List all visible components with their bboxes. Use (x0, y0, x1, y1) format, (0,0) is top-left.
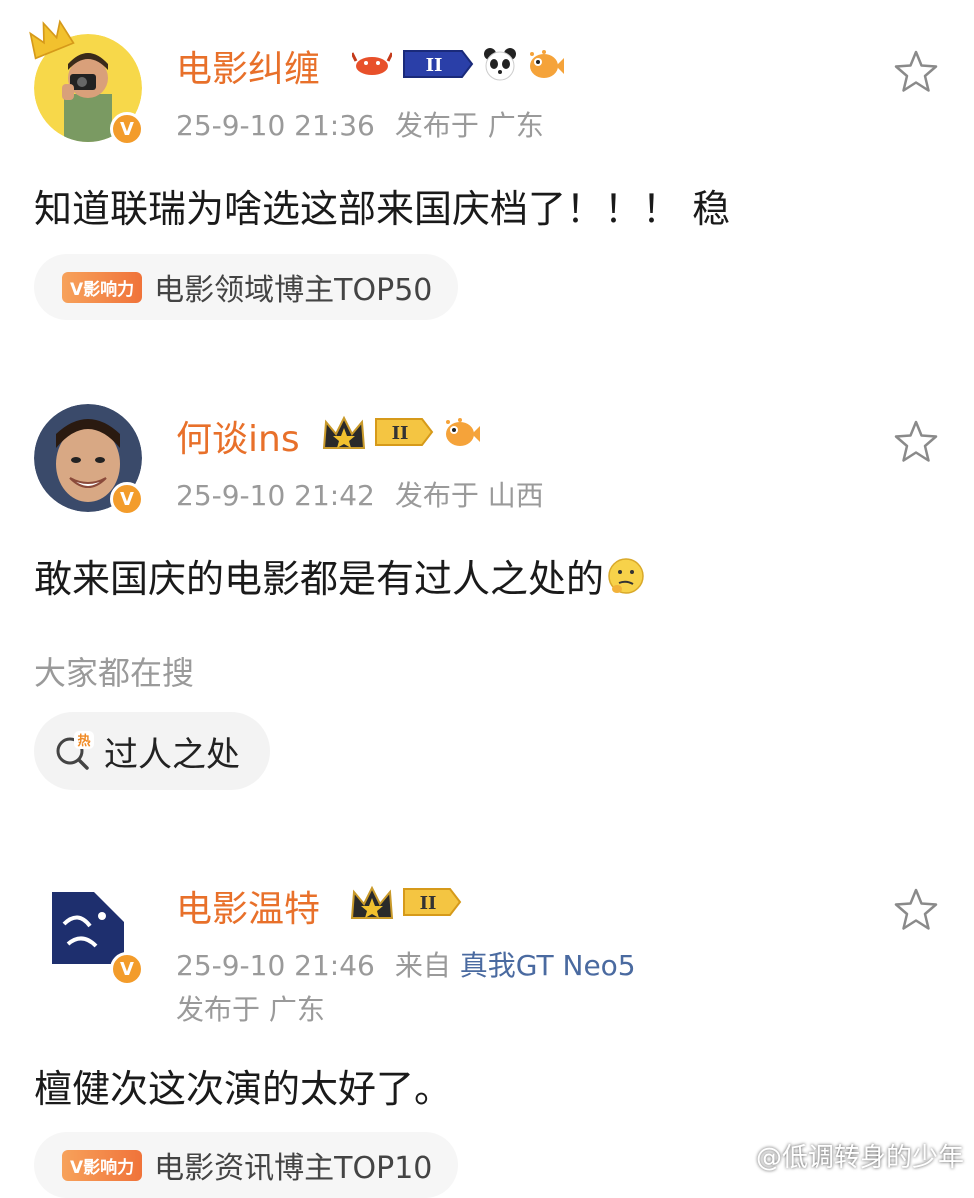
influence-label: 电影领域博主TOP50 (154, 273, 433, 308)
level-badge-icon: II (403, 888, 462, 916)
avatar[interactable]: V (29, 19, 144, 146)
post-meta: 25-9-10 21:46 来自 真我GT Neo5 (176, 944, 636, 984)
timestamp: 25-9-10 21:46 (176, 949, 375, 982)
timestamp: 25-9-10 21:42 (176, 479, 375, 512)
verified-badge: V (110, 112, 144, 146)
panda-icon (484, 48, 516, 81)
level-badge-icon: II (375, 418, 434, 446)
search-query: 过人之处 (104, 734, 240, 775)
influence-chip[interactable]: V影响力 电影资讯博主TOP10 (34, 1132, 459, 1198)
post-content: 敢来国庆的电影都是有过人之处的 (34, 548, 646, 603)
device-link[interactable]: 真我GT Neo5 (460, 949, 636, 982)
level-badge-icon: II (403, 50, 474, 78)
post-content: 檀健次这次演的太好了。 (34, 1067, 453, 1111)
hot-tag: 热 (77, 733, 90, 749)
pufferfish-icon (446, 418, 480, 446)
avatar[interactable]: V (34, 404, 144, 516)
search-heading: 大家都在搜 (34, 654, 195, 692)
thinking-emoji-icon (608, 557, 644, 594)
source-prefix: 来自 (394, 949, 451, 982)
gold-crown-icon (350, 885, 394, 919)
username[interactable]: 何谈ins (176, 410, 300, 462)
lobster-icon (352, 52, 392, 75)
user-badges: II (350, 884, 462, 920)
post-meta: 25-9-10 21:42 发布于 山西 (176, 474, 544, 514)
username[interactable]: 电影纠缠 (176, 40, 320, 92)
hot-search-icon: 热 (56, 731, 94, 770)
influence-label: 电影资讯博主TOP10 (154, 1151, 433, 1186)
username[interactable]: 电影温特 (176, 880, 320, 932)
location: 发布于 山西 (394, 479, 544, 512)
timestamp: 25-9-10 21:36 (176, 109, 375, 142)
user-badges: II (322, 414, 482, 450)
avatar[interactable]: V (34, 874, 144, 986)
post-content: 知道联瑞为啥选这部来国庆档了！！！ 稳 (34, 187, 731, 231)
user-badges: II (352, 46, 566, 82)
level-text: II (426, 55, 443, 76)
pufferfish-icon (530, 50, 564, 78)
verified-badge: V (110, 952, 144, 986)
hot-search-chip[interactable]: 热 过人之处 (34, 712, 270, 790)
influence-tag: V影响力 (62, 1149, 143, 1181)
location: 发布于 广东 (394, 109, 544, 142)
weibo-logo-icon (718, 1144, 749, 1168)
weibo-watermark: @低调转身的少年 (718, 1137, 964, 1174)
gold-crown-icon (322, 415, 366, 449)
post-meta: 25-9-10 21:36 发布于 广东 (176, 104, 544, 144)
star-outline-icon[interactable] (892, 48, 940, 96)
post-location: 发布于 广东 (176, 993, 325, 1026)
influence-chip[interactable]: V影响力 电影领域博主TOP50 (34, 254, 459, 320)
level-text: II (392, 423, 409, 444)
watermark-text: @低调转身的少年 (755, 1143, 964, 1173)
level-text: II (420, 893, 437, 914)
star-outline-icon[interactable] (892, 418, 940, 466)
influence-tag: V影响力 (62, 271, 143, 303)
verified-badge: V (110, 482, 144, 516)
post-text: 敢来国庆的电影都是有过人之处的 (34, 557, 605, 601)
star-outline-icon[interactable] (892, 886, 940, 934)
